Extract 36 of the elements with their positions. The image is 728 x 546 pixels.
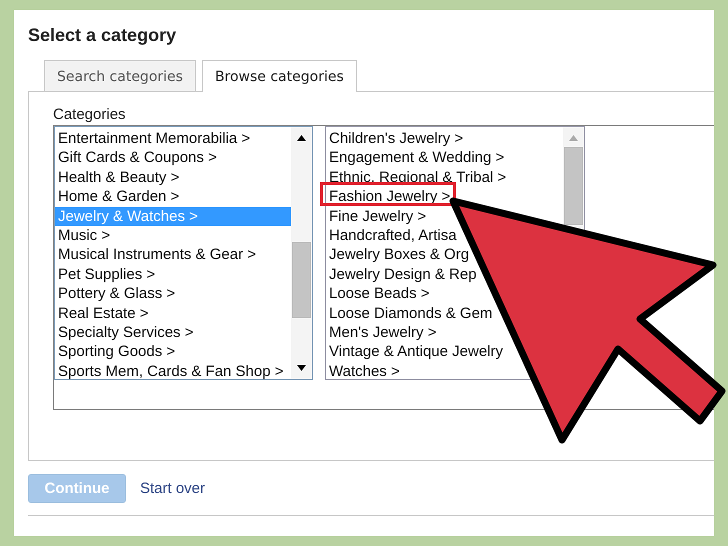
- category-item[interactable]: Health & Beauty >: [55, 168, 180, 188]
- scrollbar[interactable]: [291, 127, 312, 379]
- category-item[interactable]: Specialty Services >: [55, 323, 194, 342]
- category-item[interactable]: Sporting Goods >: [55, 342, 176, 362]
- category-item[interactable]: Loose Diamonds & Gem: [326, 304, 492, 324]
- scroll-down-icon[interactable]: [297, 365, 306, 371]
- category-item[interactable]: Children's Jewelry >: [326, 129, 464, 148]
- category-item[interactable]: Gift Cards & Coupons >: [55, 148, 217, 168]
- category-item[interactable]: Men's Jewelry >: [326, 323, 436, 342]
- category-item[interactable]: Ethnic, Regional & Tribal >: [326, 168, 506, 188]
- category-item[interactable]: Jewelry Boxes & Org: [326, 245, 470, 265]
- category-item[interactable]: Watches >: [326, 362, 400, 382]
- category-item[interactable]: Vintage & Antique Jewelry: [326, 342, 504, 362]
- category-item[interactable]: Engagement & Wedding >: [326, 148, 504, 168]
- page-title: Select a category: [28, 25, 178, 46]
- category-list[interactable]: [54, 126, 313, 380]
- category-item[interactable]: Music >: [55, 226, 110, 246]
- category-item[interactable]: Entertainment Memorabilia >: [55, 129, 250, 148]
- category-item[interactable]: Pet Supplies >: [55, 264, 156, 284]
- category-item[interactable]: Musical Instruments & Gear >: [55, 245, 256, 265]
- category-item[interactable]: Home & Garden >: [55, 187, 180, 207]
- category-item[interactable]: Fine Jewelry >: [326, 206, 426, 226]
- category-item[interactable]: Handcrafted, Artisa: [326, 226, 457, 246]
- category-item[interactable]: Pottery & Glass >: [55, 284, 176, 304]
- category-item[interactable]: Jewelry Design & Rep: [326, 264, 477, 284]
- start-over-link[interactable]: Start over: [140, 480, 206, 497]
- category-item[interactable]: Fashion Jewelry >: [326, 187, 450, 207]
- category-item[interactable]: Real Estate >: [55, 304, 148, 324]
- tab[interactable]: Search categories: [44, 60, 196, 91]
- category-item[interactable]: Sports Mem, Cards & Fan Shop >: [55, 362, 284, 382]
- tab[interactable]: Browse categories: [202, 60, 357, 92]
- scrollbar-thumb[interactable]: [292, 242, 311, 318]
- scrollbar-thumb[interactable]: [564, 147, 583, 225]
- categories-label: Categories: [53, 106, 127, 123]
- scroll-up-icon[interactable]: [297, 135, 306, 141]
- category-item[interactable]: Loose Beads >: [326, 284, 430, 304]
